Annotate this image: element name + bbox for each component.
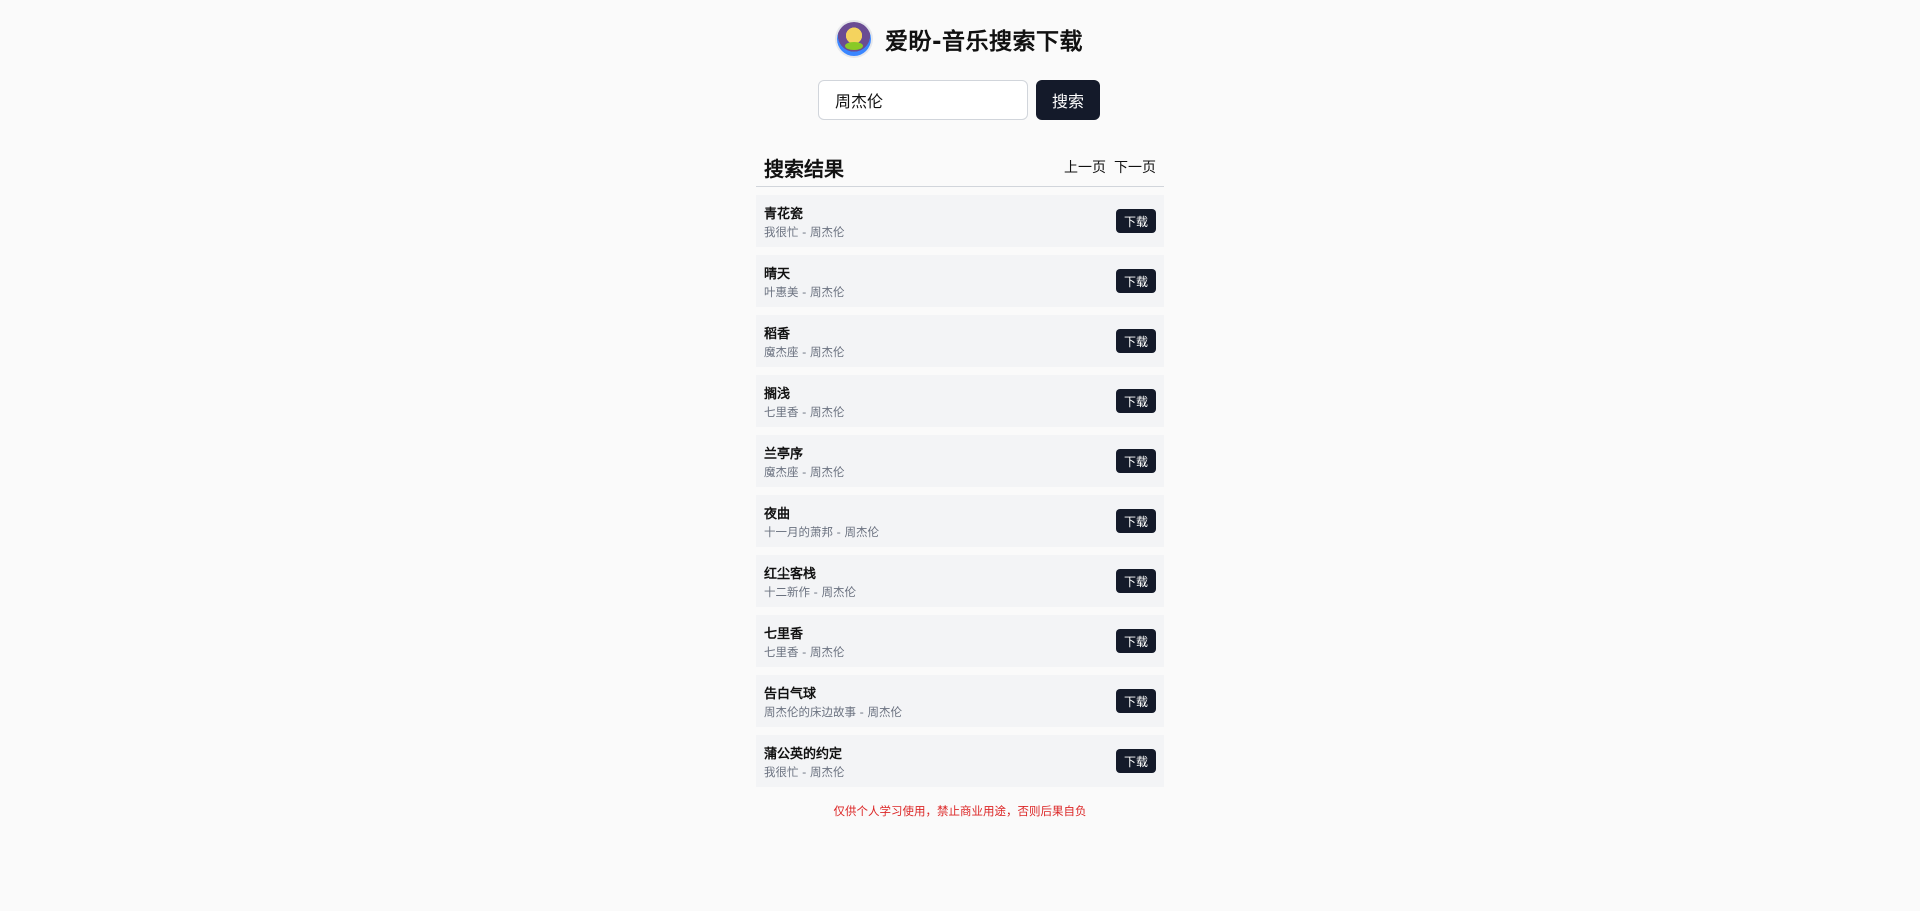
song-meta: 魔杰座 - 周杰伦 (764, 464, 845, 479)
list-item: 搁浅 七里香 - 周杰伦 下载 (756, 375, 1164, 427)
search-input[interactable] (818, 80, 1028, 120)
song-title: 搁浅 (764, 386, 791, 402)
song-info: 七里香 七里香 - 周杰伦 (764, 623, 844, 660)
usage-notice: 仅供个人学习使用，禁止商业用途，否则后果自负 (833, 804, 1087, 818)
song-title: 稻香 (764, 326, 791, 342)
cartoon-avatar-icon (836, 22, 871, 56)
search-bar: 搜索 (818, 80, 1100, 120)
song-info: 晴天 叶惠美 - 周杰伦 (764, 263, 844, 300)
song-meta: 十二新作 - 周杰伦 (764, 584, 856, 599)
results-panel: 搜索结果 上一页 下一页 青花瓷 我很忙 - 周杰伦 下载 晴天 叶惠美 - 周… (756, 148, 1164, 795)
list-item: 夜曲 十一月的萧邦 - 周杰伦 下载 (756, 495, 1164, 547)
song-meta: 我很忙 - 周杰伦 (764, 764, 845, 779)
list-item: 七里香 七里香 - 周杰伦 下载 (756, 615, 1164, 667)
download-button[interactable]: 下载 (1116, 509, 1156, 533)
song-title: 夜曲 (764, 506, 791, 522)
page-title: 爱盼-音乐搜索下载 (884, 29, 1084, 55)
song-title: 青花瓷 (764, 206, 804, 222)
download-button[interactable]: 下载 (1116, 569, 1156, 593)
song-meta: 七里香 - 周杰伦 (764, 404, 845, 419)
list-item: 红尘客栈 十二新作 - 周杰伦 下载 (756, 555, 1164, 607)
song-meta: 魔杰座 - 周杰伦 (764, 344, 845, 359)
results-header: 搜索结果 上一页 下一页 (756, 148, 1164, 187)
list-item: 稻香 魔杰座 - 周杰伦 下载 (756, 315, 1164, 367)
result-list: 青花瓷 我很忙 - 周杰伦 下载 晴天 叶惠美 - 周杰伦 下载 稻香 魔杰座 … (756, 195, 1164, 787)
song-info: 告白气球 周杰伦的床边故事 - 周杰伦 (764, 683, 902, 720)
list-item: 蒲公英的约定 我很忙 - 周杰伦 下载 (756, 735, 1164, 787)
download-button[interactable]: 下载 (1116, 629, 1156, 653)
search-button[interactable]: 搜索 (1036, 80, 1100, 120)
song-info: 兰亭序 魔杰座 - 周杰伦 (764, 443, 844, 480)
download-button[interactable]: 下载 (1116, 209, 1156, 233)
download-button[interactable]: 下载 (1116, 329, 1156, 353)
song-info: 青花瓷 我很忙 - 周杰伦 (764, 203, 844, 240)
song-title: 七里香 (764, 626, 804, 642)
next-page-link[interactable]: 下一页 (1114, 157, 1156, 177)
prev-page-link[interactable]: 上一页 (1064, 157, 1106, 177)
song-title: 晴天 (764, 266, 791, 282)
list-item: 告白气球 周杰伦的床边故事 - 周杰伦 下载 (756, 675, 1164, 727)
song-info: 夜曲 十一月的萧邦 - 周杰伦 (764, 503, 879, 540)
list-item: 兰亭序 魔杰座 - 周杰伦 下载 (756, 435, 1164, 487)
download-button[interactable]: 下载 (1116, 749, 1156, 773)
header: 爱盼-音乐搜索下载 (0, 22, 1920, 56)
song-meta: 七里香 - 周杰伦 (764, 644, 845, 659)
download-button[interactable]: 下载 (1116, 389, 1156, 413)
download-button[interactable]: 下载 (1116, 689, 1156, 713)
song-info: 红尘客栈 十二新作 - 周杰伦 (764, 563, 856, 600)
song-title: 兰亭序 (764, 446, 804, 462)
song-title: 红尘客栈 (764, 566, 817, 582)
song-meta: 我很忙 - 周杰伦 (764, 224, 845, 239)
song-info: 稻香 魔杰座 - 周杰伦 (764, 323, 844, 360)
pagination: 上一页 下一页 (1064, 157, 1156, 177)
list-item: 晴天 叶惠美 - 周杰伦 下载 (756, 255, 1164, 307)
song-meta: 叶惠美 - 周杰伦 (764, 284, 845, 299)
results-title: 搜索结果 (764, 156, 844, 181)
song-info: 蒲公英的约定 我很忙 - 周杰伦 (764, 743, 844, 780)
download-button[interactable]: 下载 (1116, 269, 1156, 293)
list-item: 青花瓷 我很忙 - 周杰伦 下载 (756, 195, 1164, 247)
page: 爱盼-音乐搜索下载 搜索 搜索结果 上一页 下一页 青花瓷 我很忙 - 周杰伦 … (0, 0, 1920, 911)
song-meta: 周杰伦的床边故事 - 周杰伦 (764, 704, 902, 719)
song-title: 蒲公英的约定 (764, 746, 843, 762)
song-meta: 十一月的萧邦 - 周杰伦 (764, 524, 879, 539)
song-info: 搁浅 七里香 - 周杰伦 (764, 383, 844, 420)
song-title: 告白气球 (764, 686, 817, 702)
download-button[interactable]: 下载 (1116, 449, 1156, 473)
